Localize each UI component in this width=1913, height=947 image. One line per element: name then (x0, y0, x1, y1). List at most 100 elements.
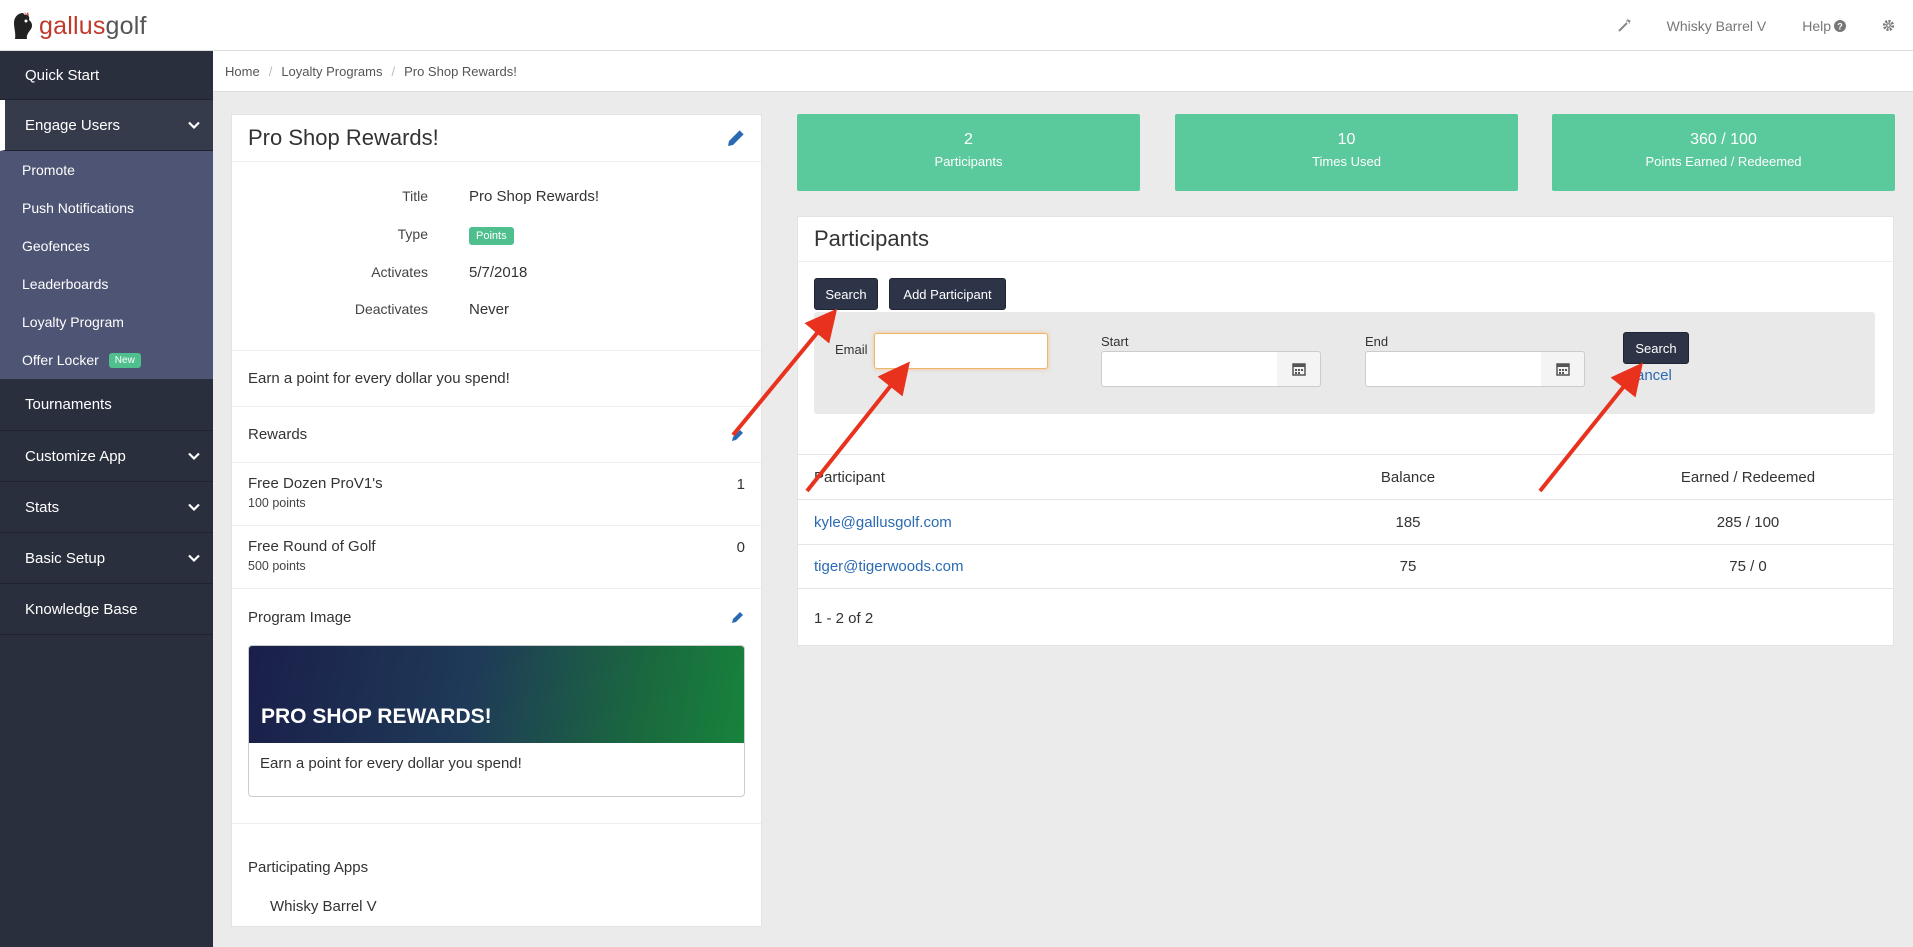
banner-text: PRO SHOP REWARDS! (261, 705, 492, 728)
detail-value: Pro Shop Rewards! (469, 187, 600, 205)
chevron-down-icon (188, 452, 200, 461)
sidebar-subitem-label: Loyalty Program (22, 314, 124, 330)
logo[interactable]: gallusgolf (10, 10, 147, 42)
sidebar-item-engage-users[interactable]: Engage Users (0, 100, 213, 151)
chevron-down-icon (188, 121, 200, 130)
column-header-participant: Participant (814, 468, 885, 486)
sidebar-item-basic-setup[interactable]: Basic Setup (0, 533, 213, 584)
detail-label: Activates (371, 264, 428, 280)
participating-app-item: Whisky Barrel V (270, 898, 377, 915)
settings-button[interactable] (1882, 19, 1895, 32)
sidebar-item-label: Stats (25, 498, 60, 516)
breadcrumb-separator: / (268, 63, 273, 79)
sidebar-item-customize-app[interactable]: Customize App (0, 431, 213, 482)
sidebar-item-quick-start[interactable]: Quick Start (0, 51, 213, 100)
cancel-link[interactable]: ancel (1636, 367, 1672, 384)
reward-points: 100 points (248, 496, 306, 510)
program-image-banner: PRO SHOP REWARDS! (249, 646, 744, 743)
participants-table: Participant Balance Earned / Redeemed ky… (798, 454, 1893, 589)
sidebar-item-loyalty-program[interactable]: Loyalty Program (0, 303, 213, 341)
stat-card-times-used: 10 Times Used (1175, 114, 1518, 191)
engage-users-submenu: Promote Push Notifications Geofences Lea… (0, 151, 213, 379)
sidebar-item-label: Engage Users (25, 116, 121, 134)
sidebar-item-label: Quick Start (25, 66, 100, 84)
detail-label: Type (397, 226, 428, 242)
rewards-title: Rewards (248, 426, 308, 443)
detail-row-title: Title Pro Shop Rewards! (232, 184, 761, 208)
calendar-icon (1291, 363, 1306, 376)
end-date-calendar-button[interactable] (1541, 351, 1585, 387)
page-title: Pro Shop Rewards! (248, 125, 439, 150)
sidebar-item-stats[interactable]: Stats (0, 482, 213, 533)
breadcrumb: Home / Loyalty Programs / Pro Shop Rewar… (213, 51, 1913, 92)
breadcrumb-home[interactable]: Home (225, 64, 260, 79)
detail-label: Deactivates (354, 301, 428, 317)
stat-card-points: 360 / 100 Points Earned / Redeemed (1552, 114, 1895, 191)
chevron-down-icon (188, 503, 200, 512)
edit-pencil-icon[interactable] (725, 127, 747, 149)
stat-card-participants: 2 Participants (797, 114, 1140, 191)
sidebar-subitem-label: Push Notifications (22, 200, 135, 216)
participant-balance: 185 (1395, 513, 1421, 531)
edit-pencil-icon[interactable] (731, 428, 745, 442)
table-row: tiger@tigerwoods.com 75 75 / 0 (798, 544, 1893, 589)
program-image-caption: Earn a point for every dollar you spend! (260, 755, 522, 772)
program-image-card: PRO SHOP REWARDS! Earn a point for every… (248, 645, 745, 797)
account-menu[interactable]: Whisky Barrel V (1667, 18, 1767, 34)
participant-email-link[interactable]: tiger@tigerwoods.com (814, 558, 963, 575)
type-badge: Points (469, 226, 514, 245)
sidebar-item-promote[interactable]: Promote (0, 151, 213, 189)
table-row: kyle@gallusgolf.com 185 285 / 100 (798, 499, 1893, 544)
stat-value: 2 (964, 131, 973, 148)
sidebar-item-knowledge-base[interactable]: Knowledge Base (0, 584, 213, 635)
detail-row-activates: Activates 5/7/2018 (232, 260, 761, 284)
edit-pencil-icon[interactable] (731, 610, 745, 624)
end-date-field[interactable] (1365, 351, 1542, 387)
detail-row-deactivates: Deactivates Never (232, 297, 761, 321)
breadcrumb-loyalty-programs[interactable]: Loyalty Programs (281, 64, 382, 79)
end-label: End (1365, 334, 1389, 349)
program-details: Title Pro Shop Rewards! Type Points Acti… (232, 162, 761, 351)
magic-wand-button[interactable] (1617, 18, 1631, 33)
column-header-earned-redeemed: Earned / Redeemed (1680, 468, 1816, 486)
sidebar-item-leaderboards[interactable]: Leaderboards (0, 265, 213, 303)
help-link[interactable]: Help ? (1802, 18, 1846, 34)
sidebar-item-push-notifications[interactable]: Push Notifications (0, 189, 213, 227)
stat-label: Points Earned / Redeemed (1645, 154, 1802, 169)
breadcrumb-current: Pro Shop Rewards! (404, 63, 517, 79)
sidebar-subitem-label: Offer Locker (22, 352, 99, 368)
search-toggle-button[interactable]: Search (814, 278, 878, 310)
email-label: Email (835, 342, 868, 357)
sidebar-item-geofences[interactable]: Geofences (0, 227, 213, 265)
reward-count: 1 (736, 476, 745, 493)
search-submit-button[interactable]: Search (1623, 332, 1689, 364)
svg-text:?: ? (1837, 21, 1843, 31)
reward-name: Free Round of Golf (248, 538, 376, 555)
sidebar-item-label: Customize App (25, 447, 126, 465)
stat-label: Times Used (1312, 154, 1381, 169)
search-filter-panel: Email Start End Search ancel (814, 312, 1875, 414)
program-image-header: Program Image (232, 589, 761, 645)
start-date-field[interactable] (1101, 351, 1278, 387)
program-image-title: Program Image (248, 608, 352, 626)
reward-name: Free Dozen ProV1's (248, 475, 383, 492)
sidebar-item-offer-locker[interactable]: Offer Locker New (0, 341, 213, 379)
new-badge: New (108, 352, 141, 368)
program-details-card: Pro Shop Rewards! Title Pro Shop Rewards… (231, 114, 762, 927)
participant-email-link[interactable]: kyle@gallusgolf.com (814, 514, 952, 531)
table-header-row: Participant Balance Earned / Redeemed (798, 454, 1893, 499)
help-label: Help (1802, 17, 1831, 34)
email-field[interactable] (874, 333, 1048, 369)
reward-count: 0 (736, 539, 745, 556)
breadcrumb-separator: / (391, 63, 396, 79)
start-date-calendar-button[interactable] (1277, 351, 1321, 387)
sidebar-item-tournaments[interactable]: Tournaments (0, 379, 213, 431)
program-image-section: Program Image PRO SHOP REWARDS! Earn a p… (232, 589, 761, 824)
reward-row: Free Round of Golf 500 points 0 (232, 526, 761, 589)
detail-label: Title (402, 188, 428, 204)
add-participant-button[interactable]: Add Participant (889, 278, 1006, 310)
program-description: Earn a point for every dollar you spend! (232, 351, 761, 407)
reward-row: Free Dozen ProV1's 100 points 1 (232, 463, 761, 526)
detail-value: 5/7/2018 (469, 263, 528, 281)
top-bar: gallusgolf Whisky Barrel V Help ? (0, 0, 1913, 51)
